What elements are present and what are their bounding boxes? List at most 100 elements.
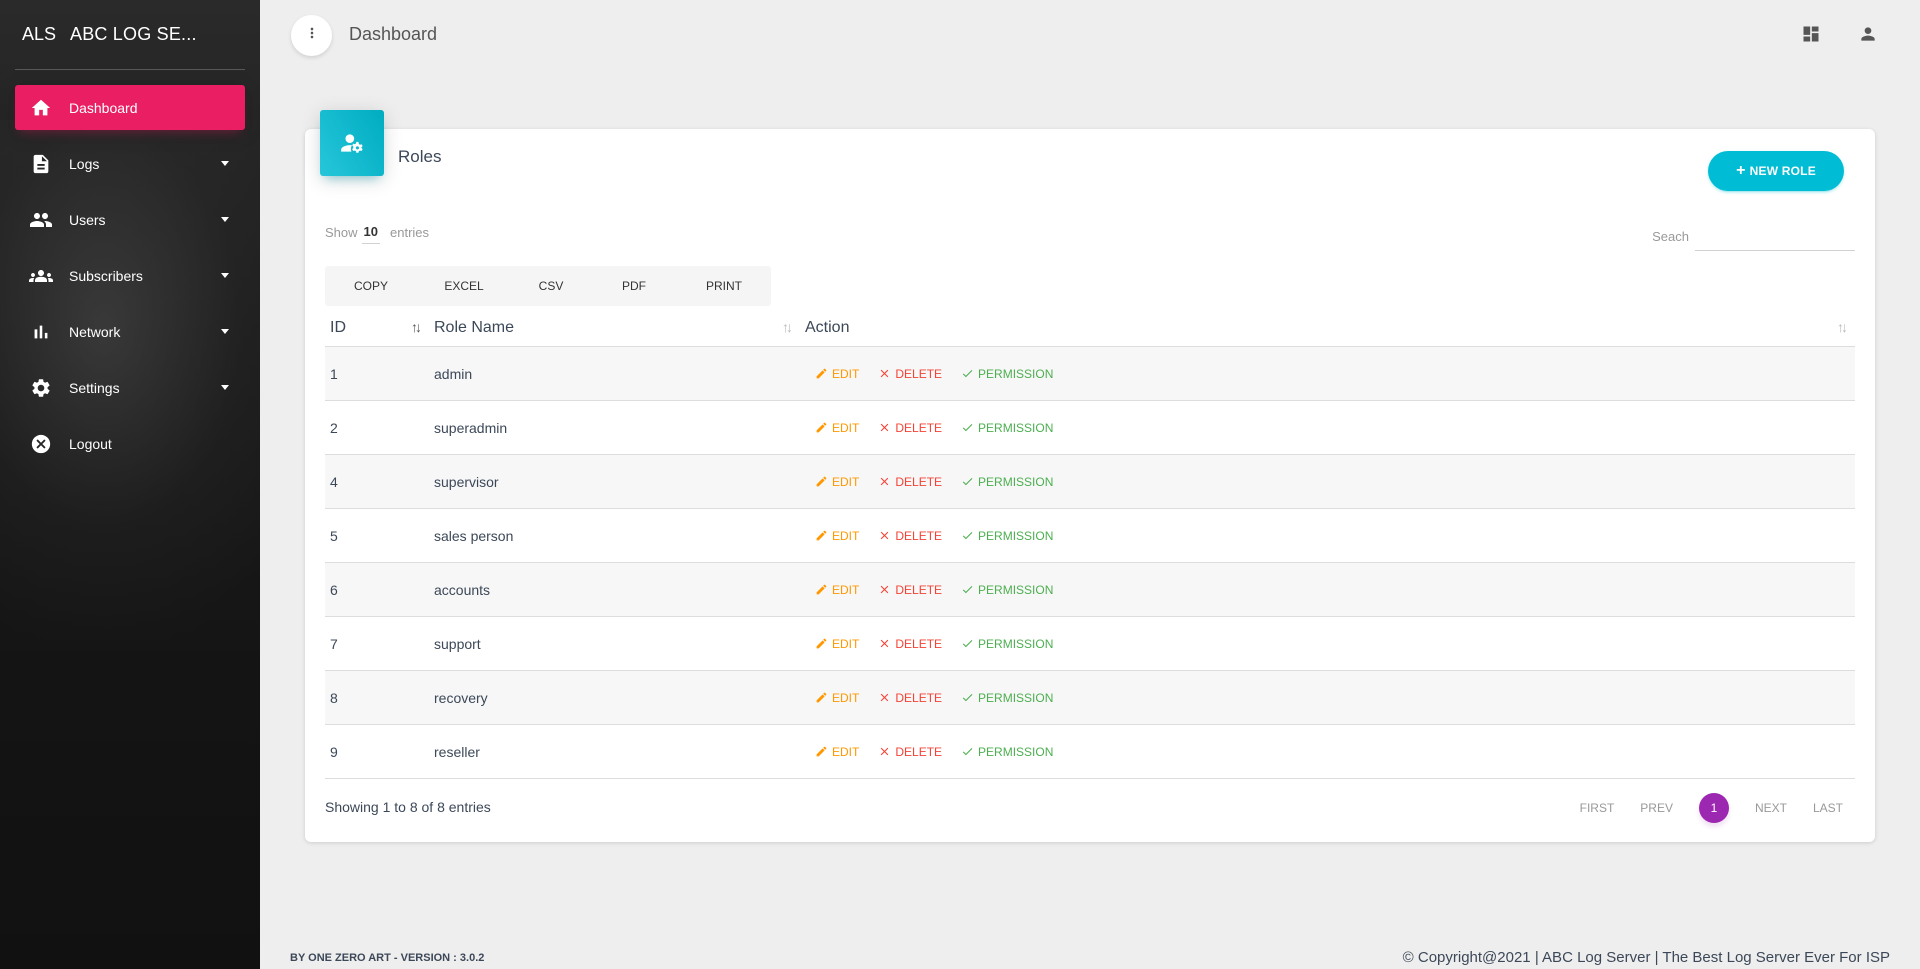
groups-icon xyxy=(29,264,53,288)
delete-button[interactable]: DELETE xyxy=(878,421,942,435)
edit-button[interactable]: EDIT xyxy=(815,637,859,651)
delete-button[interactable]: DELETE xyxy=(878,691,942,705)
sidebar-item-label: Logout xyxy=(69,435,112,452)
table-row: 9 reseller EDIT DELETE PERMISSION xyxy=(325,725,1855,779)
permission-button[interactable]: PERMISSION xyxy=(961,745,1053,759)
delete-label: DELETE xyxy=(895,366,943,381)
permission-button[interactable]: PERMISSION xyxy=(961,691,1053,705)
delete-button[interactable]: DELETE xyxy=(878,529,942,543)
last-page-button[interactable]: LAST xyxy=(1813,801,1843,815)
excel-button[interactable]: EXCEL xyxy=(417,266,511,306)
sidebar-item-logout[interactable]: Logout xyxy=(15,421,245,466)
roles-card-icon xyxy=(320,110,384,176)
caret-down-icon xyxy=(221,161,229,166)
delete-button[interactable]: DELETE xyxy=(878,745,942,759)
close-icon xyxy=(878,745,891,758)
delete-button[interactable]: DELETE xyxy=(878,583,942,597)
table-row: 7 support EDIT DELETE PERMISSION xyxy=(325,617,1855,671)
permission-label: PERMISSION xyxy=(978,744,1054,759)
permission-button[interactable]: PERMISSION xyxy=(961,637,1053,651)
pdf-button[interactable]: PDF xyxy=(591,266,677,306)
check-icon xyxy=(961,475,974,488)
new-role-button[interactable]: + NEW ROLE xyxy=(1708,151,1844,191)
edit-label: EDIT xyxy=(832,528,860,543)
role-actions: EDIT DELETE PERMISSION xyxy=(800,401,1855,454)
delete-label: DELETE xyxy=(895,474,943,489)
sidebar-item-label: Network xyxy=(69,323,121,340)
role-id: 6 xyxy=(330,581,338,598)
current-page-button[interactable]: 1 xyxy=(1698,793,1729,823)
first-page-button[interactable]: FIRST xyxy=(1580,801,1615,815)
permission-label: PERMISSION xyxy=(978,582,1054,597)
prev-page-button[interactable]: PREV xyxy=(1640,801,1673,815)
permission-label: PERMISSION xyxy=(978,528,1054,543)
plus-icon: + xyxy=(1736,162,1746,179)
edit-button[interactable]: EDIT xyxy=(815,367,859,381)
more-vert-icon xyxy=(304,25,320,46)
dashboard-grid-icon[interactable] xyxy=(1799,22,1823,46)
document-icon xyxy=(29,152,53,176)
card-title: Roles xyxy=(398,147,442,166)
brand[interactable]: ALS ABC LOG SE... xyxy=(0,0,260,69)
sidebar-item-label: Dashboard xyxy=(69,99,138,116)
print-button[interactable]: PRINT xyxy=(677,266,771,306)
permission-button[interactable]: PERMISSION xyxy=(961,583,1053,597)
brand-full: ABC LOG SE... xyxy=(70,24,197,44)
role-id: 2 xyxy=(330,419,338,436)
brand-divider xyxy=(15,69,245,70)
permission-button[interactable]: PERMISSION xyxy=(961,475,1053,489)
role-name: recovery xyxy=(434,689,488,706)
next-page-button[interactable]: NEXT xyxy=(1755,801,1787,815)
edit-button[interactable]: EDIT xyxy=(815,691,859,705)
role-actions: EDIT DELETE PERMISSION xyxy=(800,617,1855,670)
role-actions: EDIT DELETE PERMISSION xyxy=(800,725,1855,778)
column-header-id[interactable]: ID ↑↓ xyxy=(325,309,429,347)
cancel-circle-icon xyxy=(29,432,53,456)
page-title[interactable]: Dashboard xyxy=(349,24,437,45)
delete-label: DELETE xyxy=(895,582,943,597)
new-role-label: NEW ROLE xyxy=(1749,164,1816,178)
sidebar-item-logs[interactable]: Logs xyxy=(15,141,245,186)
delete-button[interactable]: DELETE xyxy=(878,475,942,489)
sidebar-item-users[interactable]: Users xyxy=(15,197,245,242)
column-header-role-name[interactable]: Role Name ↑↓ xyxy=(429,309,800,347)
edit-label: EDIT xyxy=(832,366,860,381)
roles-table: ID ↑↓ Role Name ↑↓ Action ↑↓ 1 admin EDIT D… xyxy=(325,309,1855,779)
role-actions: EDIT DELETE PERMISSION xyxy=(800,455,1855,508)
edit-button[interactable]: EDIT xyxy=(815,475,859,489)
csv-button[interactable]: CSV xyxy=(511,266,591,306)
sidebar-item-dashboard[interactable]: Dashboard xyxy=(15,85,245,130)
delete-button[interactable]: DELETE xyxy=(878,637,942,651)
edit-button[interactable]: EDIT xyxy=(815,583,859,597)
delete-button[interactable]: DELETE xyxy=(878,367,942,381)
sidebar-item-subscribers[interactable]: Subscribers xyxy=(15,253,245,298)
edit-button[interactable]: EDIT xyxy=(815,421,859,435)
entries-select[interactable]: 10 xyxy=(361,224,380,244)
sidebar-item-network[interactable]: Network xyxy=(15,309,245,354)
role-name: reseller xyxy=(434,743,480,760)
edit-button[interactable]: EDIT xyxy=(815,529,859,543)
copy-button[interactable]: COPY xyxy=(325,266,417,306)
column-header-action[interactable]: Action ↑↓ xyxy=(800,309,1855,347)
edit-button[interactable]: EDIT xyxy=(815,745,859,759)
role-id: 1 xyxy=(330,365,338,382)
sidebar-item-settings[interactable]: Settings xyxy=(15,365,245,410)
person-icon[interactable] xyxy=(1856,22,1880,46)
search-input[interactable] xyxy=(1695,221,1855,251)
permission-button[interactable]: PERMISSION xyxy=(961,421,1053,435)
permission-button[interactable]: PERMISSION xyxy=(961,529,1053,543)
close-icon xyxy=(878,367,891,380)
sidebar-item-label: Logs xyxy=(69,155,100,172)
delete-label: DELETE xyxy=(895,528,943,543)
permission-button[interactable]: PERMISSION xyxy=(961,367,1053,381)
close-icon xyxy=(878,583,891,596)
permission-label: PERMISSION xyxy=(978,690,1054,705)
sidebar-minimize-button[interactable] xyxy=(291,15,332,56)
column-label: Role Name xyxy=(434,318,515,336)
pencil-icon xyxy=(815,691,828,704)
role-actions: EDIT DELETE PERMISSION xyxy=(800,563,1855,616)
roles-card: Roles + NEW ROLE Show 10 entries Seach C… xyxy=(305,110,1875,842)
length-prefix: Show xyxy=(325,224,358,240)
pencil-icon xyxy=(815,745,828,758)
permission-label: PERMISSION xyxy=(978,636,1054,651)
